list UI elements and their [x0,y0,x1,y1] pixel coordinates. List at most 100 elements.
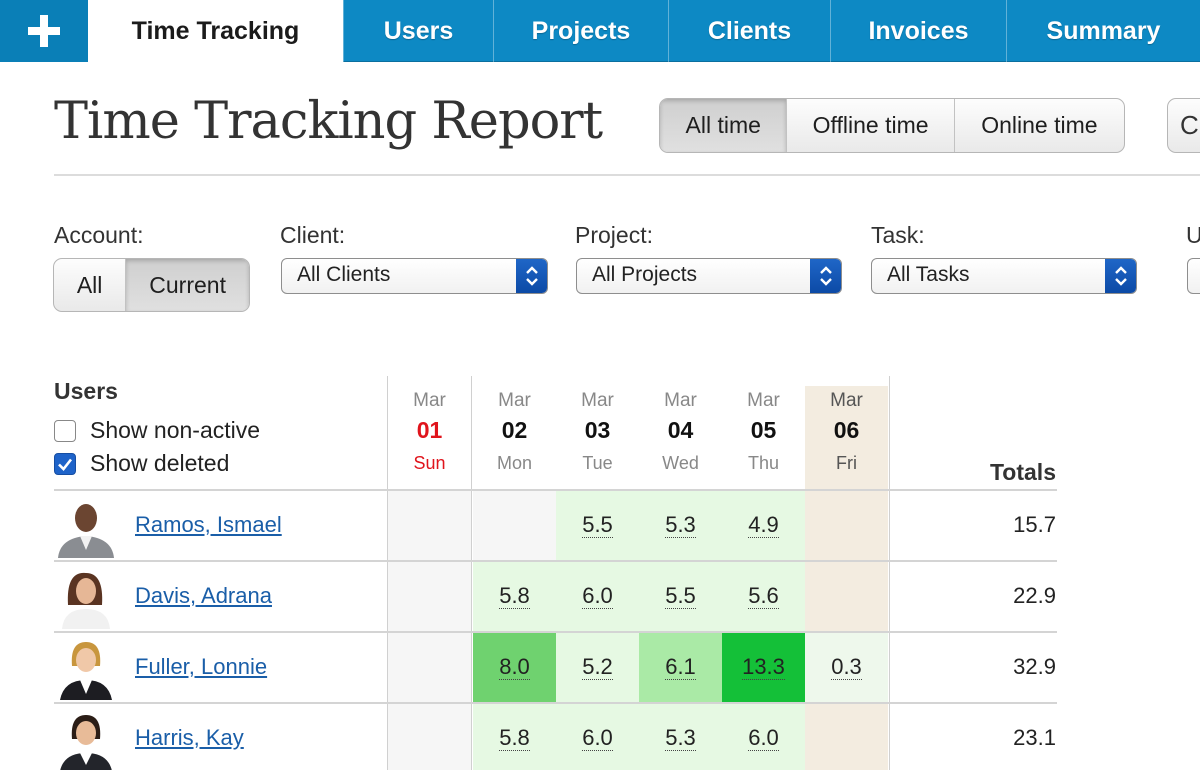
avatar [56,494,116,558]
hours-cell[interactable] [473,491,556,560]
day-number: 02 [501,417,528,443]
chevron-updown-icon [516,259,547,293]
hours-cell[interactable]: 6.0 [556,562,639,631]
hours-cell[interactable] [805,491,888,560]
day-number: 05 [750,417,777,443]
day-month: Mar [498,390,531,411]
hours-cell[interactable]: 13.3 [722,633,805,702]
checkmark-icon [58,458,73,471]
task-select-value: All Tasks [887,263,970,286]
tab-summary[interactable]: Summary [1006,0,1200,62]
title-divider [54,174,1200,176]
user-link[interactable]: Harris, Kay [135,725,244,751]
day-month: Mar [664,390,697,411]
account-all-button[interactable]: All [54,259,125,311]
day-header: Mar 04 Wed [639,386,722,490]
task-label: Task: [871,222,925,248]
partial-button[interactable]: C [1167,98,1200,153]
user-link[interactable]: Davis, Adrana [135,583,272,609]
row-total: 22.9 [1013,583,1056,608]
day-weekday: Wed [662,453,699,473]
tab-projects[interactable]: Projects [493,0,668,62]
hours-cell[interactable]: 6.1 [639,633,722,702]
hours-cell[interactable]: 6.0 [722,704,805,770]
avatar [56,565,116,629]
online-time-button[interactable]: Online time [953,99,1124,152]
hours-value: 5.2 [582,654,613,680]
offline-time-button[interactable]: Offline time [786,99,953,152]
client-select-value: All Clients [297,263,391,286]
day-header: Mar 03 Tue [556,386,639,490]
project-select-value: All Projects [592,263,698,286]
add-button[interactable] [0,0,88,62]
hours-cell[interactable] [388,491,471,560]
hours-cell[interactable]: 0.3 [805,633,888,702]
account-label: Account: [54,222,144,248]
hours-cell[interactable]: 5.3 [639,491,722,560]
hours-cell[interactable]: 6.0 [556,704,639,770]
tab-invoices[interactable]: Invoices [830,0,1006,62]
hours-value: 5.5 [665,583,696,609]
tab-users[interactable]: Users [343,0,493,62]
task-select[interactable]: All Tasks [871,258,1137,294]
row-divider [54,489,1057,491]
client-select[interactable]: All Clients [281,258,548,294]
day-weekday: Mon [496,453,532,473]
day-month: Mar [747,390,780,411]
user-filter-label: U [1186,222,1200,248]
tab-clients[interactable]: Clients [668,0,830,62]
hours-value: 4.9 [748,512,779,538]
row-total: 23.1 [1013,725,1056,750]
hours-value: 5.5 [582,512,613,538]
day-number: 03 [584,417,611,443]
hours-value: 5.3 [665,512,696,538]
avatar [56,707,116,770]
totals-heading: Totals [989,459,1056,485]
hours-cell[interactable] [805,704,888,770]
day-number: 01 [416,417,443,443]
hours-cell[interactable]: 5.6 [722,562,805,631]
day-number: 06 [833,417,860,443]
row-divider [54,631,1057,633]
users-heading: Users [54,378,118,404]
hours-cell[interactable] [805,562,888,631]
avatar [56,636,116,700]
hours-value: 5.8 [499,583,530,609]
hours-cell[interactable] [388,562,471,631]
hours-cell[interactable]: 5.8 [473,704,556,770]
account-current-button[interactable]: Current [125,259,249,311]
hours-value: 8.0 [499,654,530,680]
top-nav: Time Tracking Users Projects Clients Inv… [0,0,1200,63]
user-filter-select[interactable] [1187,258,1200,294]
hours-cell[interactable]: 5.3 [639,704,722,770]
show-nonactive-label: Show non-active [90,417,261,443]
chevron-updown-icon [810,259,841,293]
hours-cell[interactable]: 5.8 [473,562,556,631]
tab-time-tracking[interactable]: Time Tracking [88,0,343,63]
hours-cell[interactable] [388,704,471,770]
project-label: Project: [575,222,653,248]
plus-icon [28,15,60,47]
show-nonactive-checkbox[interactable] [54,419,76,442]
hours-cell[interactable]: 5.5 [639,562,722,631]
all-time-button[interactable]: All time [660,99,787,152]
user-link[interactable]: Fuller, Lonnie [135,654,267,680]
hours-cell[interactable]: 5.5 [556,491,639,560]
day-number: 04 [667,417,694,443]
day-weekday: Thu [747,453,780,473]
hours-cell[interactable]: 5.2 [556,633,639,702]
day-weekday: Fri [836,453,857,473]
hours-value: 6.0 [748,725,779,751]
hours-cell[interactable]: 4.9 [722,491,805,560]
hours-cell[interactable] [388,633,471,702]
client-label: Client: [280,222,346,248]
show-nonactive-row[interactable]: Show non-active [54,417,260,444]
hours-value: 13.3 [742,654,785,680]
show-deleted-checkbox[interactable] [54,452,76,475]
hours-cell[interactable]: 8.0 [473,633,556,702]
user-link[interactable]: Ramos, Ismael [135,512,282,538]
project-select[interactable]: All Projects [576,258,842,294]
day-header: Mar 05 Thu [722,386,805,490]
day-header: Mar 01 Sun [388,386,471,490]
show-deleted-row[interactable]: Show deleted [54,450,229,477]
